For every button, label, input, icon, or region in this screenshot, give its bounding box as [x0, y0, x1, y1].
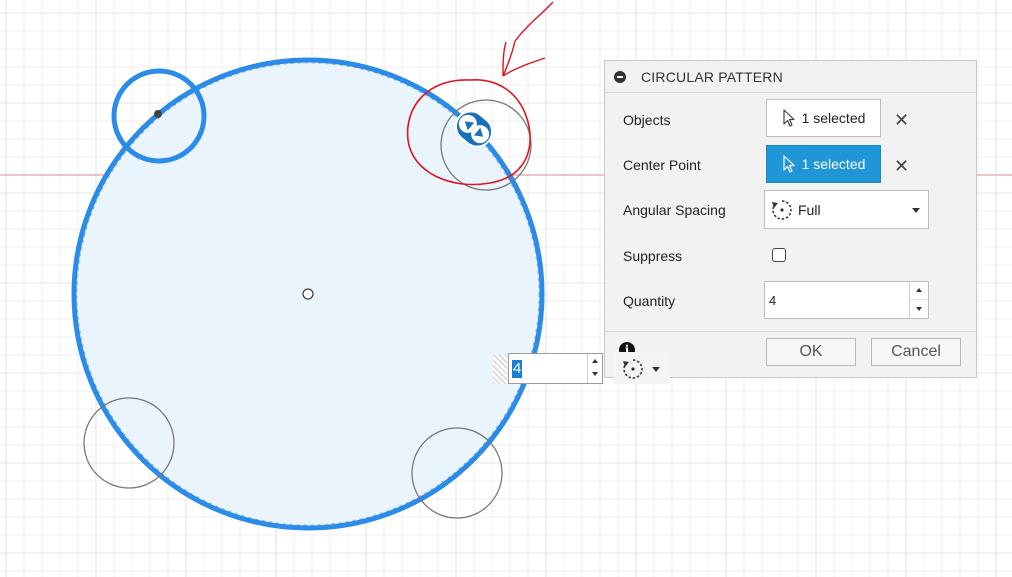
- drag-grip-handle[interactable]: [493, 354, 507, 384]
- objects-select-value: 1 selected: [801, 110, 866, 126]
- canvas-angular-spacing-dropdown[interactable]: [614, 352, 670, 384]
- objects-clear-icon[interactable]: ✕: [894, 111, 909, 129]
- dialog-header[interactable]: CIRCULAR PATTERN: [605, 61, 976, 93]
- cancel-button[interactable]: Cancel: [871, 338, 961, 366]
- ok-button[interactable]: OK: [766, 338, 856, 366]
- center-point-select-button[interactable]: 1 selected: [766, 145, 881, 183]
- canvas-quantity-input[interactable]: 4: [508, 353, 603, 384]
- center-point[interactable]: [302, 288, 314, 300]
- suppress-checkbox[interactable]: [772, 248, 786, 262]
- rotate-icon: [772, 200, 792, 220]
- rotate-icon: [623, 359, 643, 379]
- canvas-quantity-increment-button[interactable]: [588, 354, 602, 368]
- dialog-title: CIRCULAR PATTERN: [641, 69, 783, 85]
- quantity-stepper-buttons: [909, 282, 928, 318]
- quantity-increment-button[interactable]: [910, 282, 928, 300]
- canvas-quantity-value[interactable]: 4: [512, 360, 523, 378]
- cursor-arrow-icon: [782, 155, 795, 173]
- quantity-stepper[interactable]: 4: [764, 281, 929, 319]
- suppress-label: Suppress: [623, 248, 683, 264]
- angular-spacing-dropdown[interactable]: Full: [764, 190, 929, 229]
- canvas-quantity-spinner[interactable]: 4: [493, 352, 608, 386]
- angular-spacing-value: Full: [798, 202, 821, 218]
- quantity-decrement-button[interactable]: [910, 300, 928, 318]
- dialog-footer-divider: [605, 331, 976, 332]
- objects-label: Objects: [623, 112, 671, 128]
- chevron-down-icon: [652, 367, 660, 372]
- canvas-quantity-stepper-buttons: [587, 354, 602, 383]
- quantity-value[interactable]: 4: [769, 293, 776, 308]
- cursor-arrow-icon: [782, 109, 795, 127]
- circular-pattern-dialog: CIRCULAR PATTERN Objects 1 selected ✕ Ce…: [604, 60, 977, 378]
- angular-spacing-label: Angular Spacing: [623, 202, 726, 218]
- center-point-clear-icon[interactable]: ✕: [894, 157, 909, 175]
- collapse-icon[interactable]: [614, 71, 626, 83]
- center-point-label: Center Point: [623, 157, 701, 173]
- canvas-quantity-decrement-button[interactable]: [588, 369, 602, 383]
- source-circle-center: [154, 110, 162, 118]
- center-point-select-value: 1 selected: [801, 156, 866, 172]
- objects-select-button[interactable]: 1 selected: [766, 99, 881, 137]
- chevron-down-icon: [912, 208, 920, 213]
- quantity-label: Quantity: [623, 293, 676, 309]
